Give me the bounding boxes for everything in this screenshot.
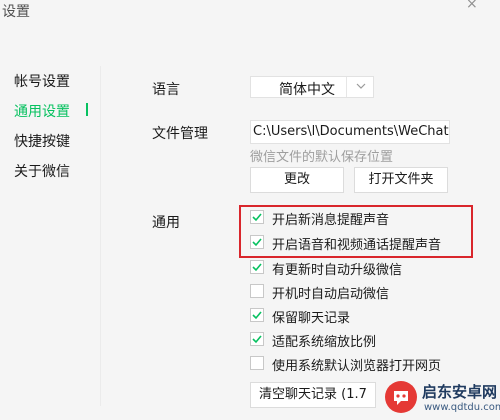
file-path-value: C:\Users\l\Documents\WeChat Files — [253, 124, 449, 139]
title-bar: 设置 × — [0, 0, 500, 24]
select-separator — [346, 77, 347, 97]
language-value: 简体中文 — [279, 82, 335, 98]
checkbox[interactable] — [250, 235, 264, 249]
language-select[interactable]: 简体中文 — [250, 76, 374, 98]
option-auto-update[interactable]: 有更新时自动升级微信 — [250, 258, 490, 278]
active-indicator — [86, 103, 88, 116]
option-keep-chat-history[interactable]: 保留聊天记录 — [250, 306, 490, 326]
general-label: 通用 — [152, 215, 180, 231]
watermark-url: www.qdtdu.com — [424, 402, 500, 413]
checkbox[interactable] — [250, 356, 264, 370]
check-icon — [252, 238, 262, 247]
file-path-hint: 微信文件的默认保存位置 — [250, 150, 394, 165]
check-icon — [252, 335, 262, 344]
option-default-browser[interactable]: 使用系统默认浏览器打开网页 — [250, 354, 490, 374]
watermark: 启东安卓网 www.qdtdu.com — [384, 380, 500, 420]
checkbox[interactable] — [250, 284, 264, 298]
checkbox[interactable] — [250, 210, 264, 224]
option-system-scaling[interactable]: 适配系统缩放比例 — [250, 330, 490, 350]
file-management-label: 文件管理 — [152, 126, 208, 142]
option-new-message-sound[interactable]: 开启新消息提醒声音 — [250, 208, 490, 228]
language-label: 语言 — [152, 82, 180, 98]
clear-chat-history-button[interactable]: 清空聊天记录 (1.7 — [250, 382, 376, 408]
option-label: 适配系统缩放比例 — [272, 335, 377, 350]
sidebar-divider — [100, 66, 101, 406]
checkbox[interactable] — [250, 332, 264, 346]
chevron-down-icon — [356, 83, 366, 89]
option-label: 保留聊天记录 — [272, 311, 351, 326]
option-label: 开机时自动启动微信 — [272, 287, 390, 302]
window-title: 设置 — [2, 4, 30, 20]
watermark-logo-icon — [385, 381, 417, 413]
open-folder-button[interactable]: 打开文件夹 — [354, 167, 448, 193]
change-button[interactable]: 更改 — [250, 167, 344, 193]
checkbox[interactable] — [250, 260, 264, 274]
check-icon — [252, 311, 262, 320]
sidebar-item-about[interactable]: 关于微信 — [14, 161, 70, 181]
option-launch-at-startup[interactable]: 开机时自动启动微信 — [250, 282, 490, 302]
close-icon[interactable]: × — [466, 0, 478, 12]
option-call-sound[interactable]: 开启语音和视频通话提醒声音 — [250, 233, 490, 253]
check-icon — [252, 263, 262, 272]
option-label: 开启语音和视频通话提醒声音 — [272, 238, 442, 253]
checkbox[interactable] — [250, 308, 264, 322]
watermark-title: 启东安卓网 — [422, 383, 498, 401]
sidebar-item-general[interactable]: 通用设置 — [14, 101, 70, 121]
option-label: 有更新时自动升级微信 — [272, 263, 403, 278]
file-path-field[interactable]: C:\Users\l\Documents\WeChat Files — [250, 120, 450, 144]
sidebar-item-account[interactable]: 帐号设置 — [14, 71, 70, 91]
check-icon — [252, 213, 262, 222]
option-label: 使用系统默认浏览器打开网页 — [272, 359, 442, 374]
option-label: 开启新消息提醒声音 — [272, 213, 390, 228]
sidebar-item-shortcuts[interactable]: 快捷按键 — [14, 131, 70, 151]
